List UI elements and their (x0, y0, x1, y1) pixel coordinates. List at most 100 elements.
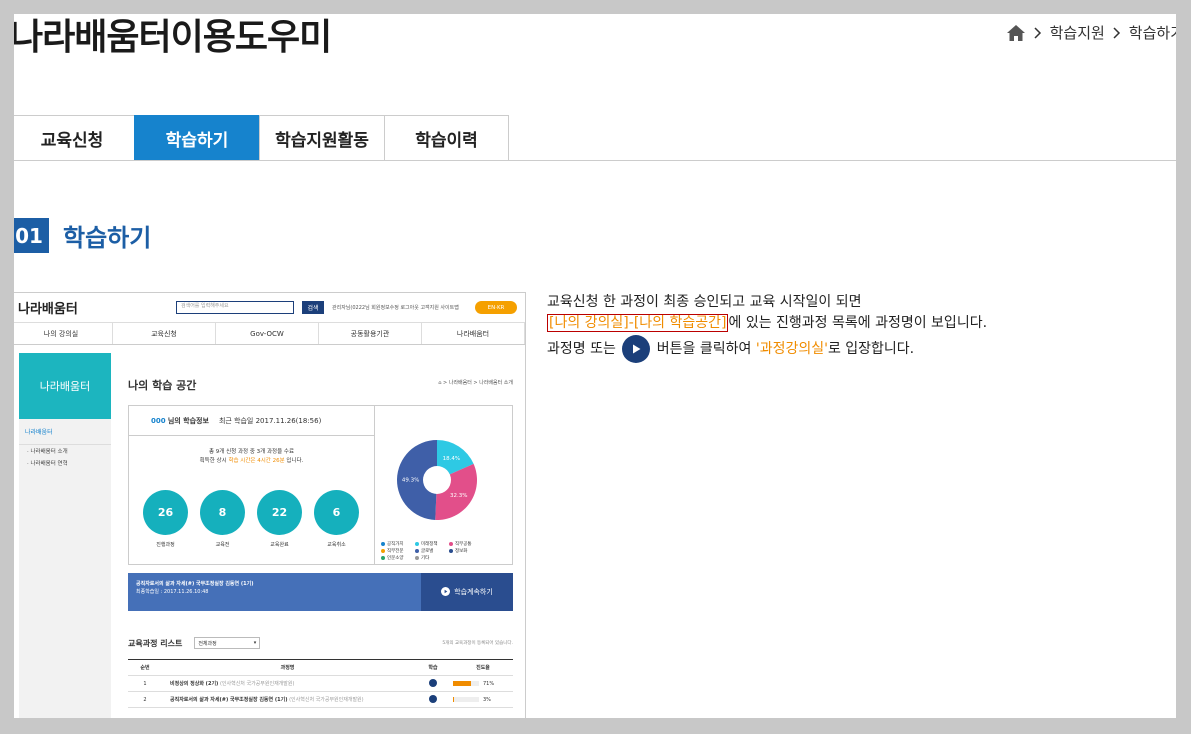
instruction-line: 교육신청 한 과정이 최종 승인되고 교육 시작일이 되면 (547, 294, 862, 310)
stat-label: 교육취소 (327, 542, 346, 548)
stat-label: 교육전 (215, 542, 230, 548)
stat-circles: 26 진행과정 8 교육전 22 교육완료 6 교육취소 (143, 490, 359, 548)
stat-cancel[interactable]: 6 교육취소 (314, 490, 359, 548)
summary-highlight: 학습 시간은 4시간 26분 (228, 458, 285, 464)
sidebar-subitem[interactable]: · 나라배움터 연혁 (19, 457, 111, 469)
course-filter-select[interactable]: 전체과정 ▾ (194, 637, 261, 649)
tab-learning[interactable]: 학습하기 (134, 115, 259, 161)
tab-support[interactable]: 학습지원활동 (259, 115, 384, 161)
summary-line: 총 9개 신청 과정 중 3개 과정을 수료 (208, 449, 295, 455)
legend-item: 글로벌 (415, 548, 445, 555)
sidebar-title: 나라배움터 (19, 353, 111, 419)
continue-learning-label: 학습계속하기 (454, 588, 493, 596)
table-row[interactable]: 2 공직자로서의 삶과 자세(#) 국무조정실장 김동연 (1기) (인사혁신처… (128, 692, 513, 708)
section-title: 학습하기 (63, 224, 152, 252)
section-number: 01 (14, 218, 49, 253)
site-gnb: 나의 강의실 교육신청 Gov-OCW 공동활용기관 나라배움터 (14, 323, 525, 345)
page-canvas: 나라배움터이용도우미 학습지원 학습하기 교육신청 학습하기 학습지원활동 학습… (14, 14, 1176, 718)
learning-info-header: 000 님의 학습정보 최근 학습일 2017.11.26(18:56) (129, 406, 374, 436)
site-logo: 나라배움터 (18, 302, 78, 317)
sidebar-item[interactable]: 나라배움터 (19, 419, 111, 445)
play-button[interactable] (429, 678, 437, 687)
legend-item: 직무공통 (449, 541, 479, 548)
summary-text: 입니다. (286, 458, 304, 464)
tab-bar: 교육신청 학습하기 학습지원활동 학습이력 (14, 115, 509, 161)
instruction-text: 에 있는 진행과정 목록에 과정명이 보입니다. (728, 315, 988, 331)
gnb-item[interactable]: 나라배움터 (422, 323, 525, 344)
instructions: 교육신청 한 과정이 최종 승인되고 교육 시작일이 되면 [나의 강의실]-[… (547, 292, 987, 363)
pie-hole (423, 466, 451, 494)
column-header: 과정명 (280, 665, 295, 671)
course-filter-value: 전체과정 (198, 640, 217, 647)
course-org: (인사혁신처 국가공무원인재개발원) (289, 697, 364, 703)
tab-apply[interactable]: 교육신청 (14, 115, 134, 161)
course-org: (인사혁신처 국가공무원인재개발원) (219, 681, 295, 687)
language-button[interactable]: EN·KR (475, 301, 517, 314)
table-header-row: 순번 과정명 학습 진도율 (128, 660, 513, 676)
breadcrumb-current[interactable]: 학습하기 (1129, 22, 1176, 43)
legend-item: 정보화 (449, 548, 479, 555)
screenshot-thumbnail: 나라배움터 검색어를 입력해주세요 검색 관리자님(0222님 회원정보수정 로… (14, 292, 526, 718)
site-search-button[interactable]: 검색 (302, 301, 324, 314)
sidebar-subitem[interactable]: · 나라배움터 소개 (19, 445, 111, 457)
pie-chart-panel: 18.4% 32.3% 49.3% 공직가치 미래정책 직무공통직무전문 글로벌 정보화인문… (374, 406, 512, 564)
gnb-item[interactable]: 교육신청 (113, 323, 216, 344)
chevron-down-icon: ▾ (253, 640, 257, 646)
legend-item: 직무전문 (381, 548, 411, 555)
progress-label: 71% (483, 680, 495, 687)
pie-slice-label: 32.3% (450, 493, 467, 499)
last-study-date: 최근 학습일 2017.11.26(18:56) (218, 416, 322, 425)
site-breadcrumb: ⌂ > 나라배움터 > 나라배움터 소개 (438, 380, 513, 386)
stat-value: 22 (257, 490, 302, 535)
chevron-right-icon (1113, 26, 1121, 39)
stat-ongoing[interactable]: 26 진행과정 (143, 490, 188, 548)
instruction-text: 과정명 또는 (547, 341, 616, 357)
stat-label: 진행과정 (156, 542, 175, 548)
legend-item: 기타 (415, 555, 445, 562)
table-row[interactable]: 1 비정상의 정상화 (2기) (인사혁신처 국가공무원인재개발원) 71% (128, 676, 513, 692)
column-header: 학습 (428, 665, 438, 671)
progress-label: 3% (483, 696, 491, 703)
instruction-highlight: '과정강의실' (755, 341, 828, 357)
site-top-links[interactable]: 관리자님(0222님 회원정보수정 로그아웃 고객지원 사이트맵 (332, 304, 467, 311)
row-number: 1 (143, 680, 147, 687)
course-list-header: 교육과정 리스트 전체과정 ▾ 5개의 교육과정이 등록되어 있습니다. (128, 637, 513, 649)
continue-course-title: 공직자로서의 삶과 자세(#) 국무조정실장 김동연 (1기) (136, 581, 254, 587)
continue-course-bar: 공직자로서의 삶과 자세(#) 국무조정실장 김동연 (1기) 최종학습일 : … (128, 573, 513, 611)
pie-slice-label: 18.4% (443, 456, 460, 462)
info-title: 님의 학습정보 (167, 416, 209, 425)
stat-done[interactable]: 22 교육완료 (257, 490, 302, 548)
course-name[interactable]: 공직자로서의 삶과 자세(#) 국무조정실장 김동연 (1기) (170, 697, 288, 703)
stat-value: 8 (200, 490, 245, 535)
row-number: 2 (143, 696, 147, 703)
page-title: 나라배움터이용도우미 (14, 17, 332, 58)
tab-divider (14, 160, 1176, 161)
pie-chart: 18.4% 32.3% 49.3% (396, 440, 477, 520)
course-name[interactable]: 비정상의 정상화 (2기) (170, 681, 218, 687)
continue-course-date: 최종학습일 : 2017.11.26.10:48 (136, 589, 209, 595)
continue-learning-button[interactable]: 학습계속하기 (421, 573, 513, 611)
instruction-text: 로 입장합니다. (827, 341, 915, 357)
site-search-input[interactable]: 검색어를 입력해주세요 (176, 301, 294, 314)
tab-history[interactable]: 학습이력 (384, 115, 509, 161)
section-heading: 01 학습하기 (14, 218, 151, 253)
home-icon[interactable] (1006, 24, 1026, 42)
breadcrumb-item[interactable]: 학습지원 (1050, 22, 1105, 43)
stat-before[interactable]: 8 교육전 (200, 490, 245, 548)
gnb-item[interactable]: 나의 강의실 (14, 323, 113, 344)
site-header: 나라배움터 검색어를 입력해주세요 검색 관리자님(0222님 회원정보수정 로… (14, 293, 525, 323)
play-button[interactable] (429, 694, 437, 703)
progress-bar (453, 697, 479, 702)
instruction-text: 버튼을 클릭하여 (656, 341, 752, 357)
column-header: 진도율 (476, 665, 490, 671)
gnb-item[interactable]: Gov-OCW (216, 323, 319, 344)
legend-item: 인문소양 (381, 555, 411, 562)
gnb-item[interactable]: 공동활용기관 (319, 323, 422, 344)
progress-bar (453, 681, 479, 686)
play-icon (622, 335, 651, 363)
instruction-highlight: [나의 강의실]-[나의 학습공간] (547, 314, 729, 332)
user-name: 000 (151, 416, 166, 425)
course-count-note: 5개의 교육과정이 등록되어 있습니다. (442, 641, 513, 646)
summary-text: 획득한 상시 (199, 458, 227, 464)
legend-item: 미래정책 (415, 541, 445, 548)
